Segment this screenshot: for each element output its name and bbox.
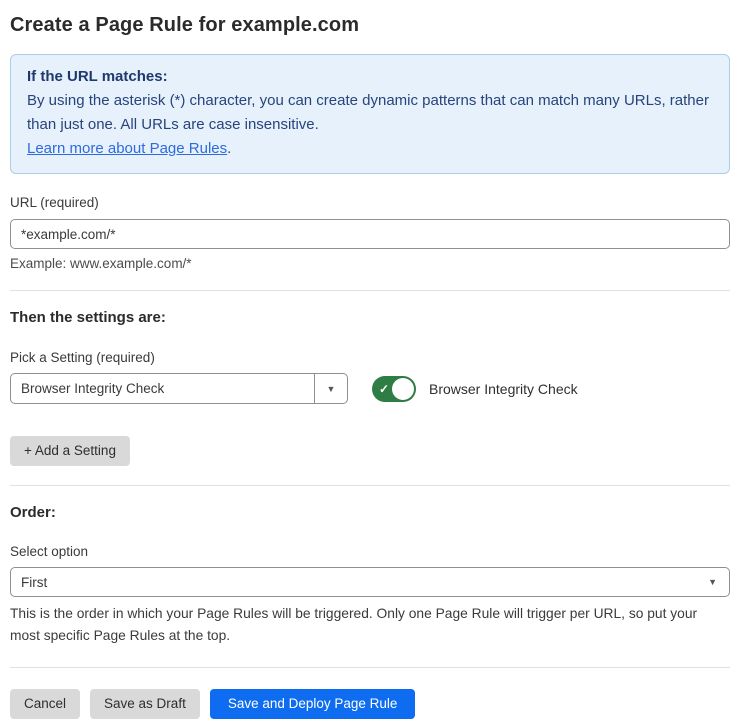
- info-box-heading: If the URL matches:: [27, 65, 713, 89]
- toggle-knob: [392, 378, 414, 400]
- chevron-down-icon: ▼: [708, 577, 717, 587]
- check-icon: ✓: [379, 383, 389, 395]
- page-title: Create a Page Rule for example.com: [10, 14, 730, 37]
- setting-row: Browser Integrity Check ▼ ✓ Browser Inte…: [10, 373, 730, 404]
- order-helper-text: This is the order in which your Page Rul…: [10, 603, 730, 648]
- divider: [10, 485, 730, 486]
- learn-more-link[interactable]: Learn more about Page Rules: [27, 140, 227, 157]
- order-select-label: Select option: [10, 544, 730, 559]
- info-box-link-line: Learn more about Page Rules.: [27, 137, 713, 161]
- url-input[interactable]: [10, 219, 730, 249]
- url-field-label: URL (required): [10, 195, 730, 210]
- link-period: .: [227, 140, 231, 157]
- divider: [10, 667, 730, 668]
- chevron-down-icon[interactable]: ▼: [314, 374, 347, 403]
- order-select[interactable]: First ▼: [10, 567, 730, 597]
- cancel-button[interactable]: Cancel: [10, 689, 80, 719]
- add-setting-button[interactable]: + Add a Setting: [10, 436, 130, 466]
- url-match-info-box: If the URL matches: By using the asteris…: [10, 54, 730, 174]
- toggle-label: Browser Integrity Check: [429, 381, 578, 397]
- save-as-draft-button[interactable]: Save as Draft: [90, 689, 200, 719]
- create-page-rule-panel: Create a Page Rule for example.com If th…: [0, 0, 750, 720]
- settings-section-heading: Then the settings are:: [10, 309, 730, 326]
- info-box-body: By using the asterisk (*) character, you…: [27, 89, 713, 137]
- order-select-value: First: [21, 575, 47, 590]
- setting-dropdown-value: Browser Integrity Check: [11, 374, 314, 403]
- pick-setting-label: Pick a Setting (required): [10, 350, 730, 365]
- url-example-text: Example: www.example.com/*: [10, 256, 730, 271]
- save-and-deploy-button[interactable]: Save and Deploy Page Rule: [210, 689, 416, 719]
- form-actions: Cancel Save as Draft Save and Deploy Pag…: [10, 689, 730, 719]
- browser-integrity-toggle[interactable]: ✓: [372, 376, 416, 402]
- divider: [10, 290, 730, 291]
- order-section-heading: Order:: [10, 504, 730, 521]
- setting-dropdown[interactable]: Browser Integrity Check ▼: [10, 373, 348, 404]
